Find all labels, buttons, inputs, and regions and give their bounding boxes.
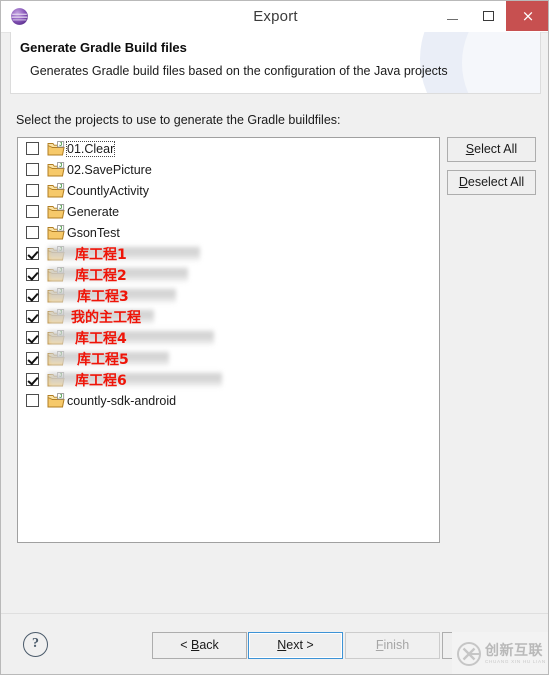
svg-text:J: J — [59, 184, 62, 190]
banner-decoration-2 — [462, 32, 540, 93]
java-project-folder-icon: J — [47, 224, 65, 241]
project-checkbox[interactable] — [26, 373, 39, 386]
project-checkbox[interactable] — [26, 184, 39, 197]
banner-title: Generate Gradle Build files — [20, 40, 187, 55]
project-list-item[interactable]: J 我的主工程 — [18, 306, 439, 327]
project-list-item[interactable]: J 库工程1 — [18, 243, 439, 264]
project-name-label: 库工程6 — [75, 372, 127, 389]
project-checkbox[interactable] — [26, 352, 39, 365]
project-name-label: countly-sdk-android — [67, 393, 177, 408]
project-checkbox[interactable] — [26, 289, 39, 302]
project-name-label: 库工程2 — [75, 267, 127, 284]
project-name-label: Generate — [67, 204, 120, 219]
redacted-name-blur — [48, 329, 214, 346]
project-list-label: Select the projects to use to generate t… — [16, 113, 341, 127]
project-name-label: 02.SavePicture — [67, 162, 152, 177]
banner-description: Generates Gradle build files based on th… — [30, 64, 448, 78]
project-list-label-post: enerate the Gradle buildfiles: — [180, 113, 341, 127]
maximize-icon — [482, 11, 494, 21]
back-label: ack — [199, 638, 219, 652]
dialog-body: Select the projects to use to generate t… — [1, 95, 548, 613]
next-button[interactable]: Next > — [248, 632, 343, 659]
watermark-en: CHUANG XIN HU LIAN — [485, 658, 546, 664]
select-all-label: elect All — [474, 142, 518, 156]
minimize-button[interactable] — [434, 1, 470, 31]
next-mnemonic: N — [277, 638, 287, 652]
close-button[interactable]: × — [506, 1, 548, 31]
svg-text:J: J — [59, 163, 62, 169]
minimize-icon — [446, 18, 458, 20]
project-list-label-mnemonic: g — [173, 113, 181, 127]
back-button[interactable]: < Back — [152, 632, 247, 659]
project-list-item[interactable]: J 库工程6 — [18, 369, 439, 390]
project-list-item[interactable]: J 02.SavePicture — [18, 159, 439, 180]
maximize-button[interactable] — [470, 1, 506, 31]
project-name-label: 01.Clear — [65, 140, 116, 157]
project-checkbox[interactable] — [26, 205, 39, 218]
watermark-cn: 创新互联 — [485, 642, 543, 659]
java-project-folder-icon: J — [47, 392, 65, 409]
svg-text:J: J — [59, 394, 62, 400]
project-name-label: 库工程1 — [75, 246, 127, 263]
project-name-label: 库工程3 — [77, 288, 129, 305]
back-pre: < — [180, 638, 191, 652]
close-icon: × — [521, 6, 535, 25]
project-name-label: 库工程4 — [75, 330, 127, 347]
deselect-all-mnemonic: D — [458, 175, 468, 189]
watermark-overlay: 创新互联 CHUANG XIN HU LIAN — [452, 632, 548, 674]
project-list-item[interactable]: J 库工程4 — [18, 327, 439, 348]
project-list-item[interactable]: J 库工程2 — [18, 264, 439, 285]
project-checkbox[interactable] — [26, 394, 39, 407]
project-name-label: 我的主工程 — [71, 309, 141, 326]
project-list-item[interactable]: J countly-sdk-android — [18, 390, 439, 411]
export-dialog-window: Export × Generate Gradle Build files Gen… — [0, 0, 549, 675]
help-icon[interactable]: ? — [23, 632, 48, 657]
project-checkbox[interactable] — [26, 163, 39, 176]
java-project-folder-icon: J — [47, 161, 65, 178]
finish-label: inish — [383, 638, 410, 652]
select-all-button[interactable]: Select All — [447, 137, 536, 162]
window-controls: × — [434, 1, 548, 31]
next-label: ext > — [286, 638, 314, 652]
deselect-all-button[interactable]: Deselect All — [447, 170, 536, 195]
project-checkbox[interactable] — [26, 331, 39, 344]
deselect-all-label: eselect All — [467, 175, 525, 189]
project-name-label: 库工程5 — [77, 351, 129, 368]
watermark-text: 创新互联 CHUANG XIN HU LIAN — [485, 644, 546, 665]
java-project-folder-icon: J — [47, 203, 65, 220]
project-list-label-pre: Select the projects to use to — [16, 113, 174, 127]
title-bar: Export × — [1, 1, 548, 33]
wizard-banner: Generate Gradle Build files Generates Gr… — [10, 32, 541, 94]
project-list-item[interactable]: J GsonTest — [18, 222, 439, 243]
project-checkbox[interactable] — [26, 268, 39, 281]
project-list-item[interactable]: J 库工程3 — [18, 285, 439, 306]
project-list-item[interactable]: J Generate — [18, 201, 439, 222]
finish-button: Finish — [345, 632, 440, 659]
project-list-item[interactable]: J 01.Clear — [18, 138, 439, 159]
project-list-item[interactable]: J CountlyActivity — [18, 180, 439, 201]
svg-text:J: J — [59, 142, 62, 148]
java-project-folder-icon: J — [47, 182, 65, 199]
project-checkbox[interactable] — [26, 247, 39, 260]
list-action-buttons: Select All Deselect All — [447, 137, 536, 203]
watermark-logo-icon — [456, 641, 482, 667]
svg-text:J: J — [59, 205, 62, 211]
project-checkbox[interactable] — [26, 142, 39, 155]
java-project-folder-icon: J — [47, 140, 65, 157]
project-checkbox[interactable] — [26, 310, 39, 323]
project-name-label: CountlyActivity — [67, 183, 149, 198]
project-checkbox[interactable] — [26, 226, 39, 239]
svg-text:J: J — [59, 226, 62, 232]
select-all-mnemonic: S — [465, 142, 475, 156]
project-list-item[interactable]: J 库工程5 — [18, 348, 439, 369]
project-list[interactable]: J 01.Clear J 02.SavePicture J CountlyAct… — [17, 137, 440, 543]
project-name-label: GsonTest — [67, 225, 120, 240]
